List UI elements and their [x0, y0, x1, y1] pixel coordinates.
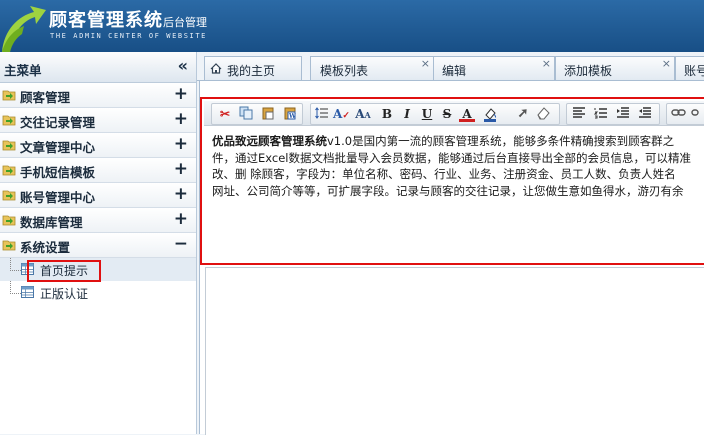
sidebar-item-label: 手机短信模板: [20, 165, 96, 180]
editor-lower-area: [205, 267, 704, 435]
expand-icon[interactable]: +: [174, 109, 188, 129]
annotation-highlight: [27, 260, 101, 282]
copy-icon[interactable]: [238, 106, 254, 122]
tab-template-list[interactable]: 模板列表 ×: [310, 56, 434, 80]
sidebar-header: 主菜单 «: [0, 52, 196, 83]
expand-icon[interactable]: +: [174, 84, 188, 104]
sidebar-item-label: 系统设置: [20, 240, 71, 255]
toolbar-group-clipboard: ✂ W: [211, 103, 303, 125]
app-title: 顾客管理系统后台管理: [49, 10, 207, 31]
font-color-icon[interactable]: A: [459, 106, 475, 122]
paste-icon[interactable]: [260, 106, 276, 122]
rich-text-editor: ✂ W A✓ AA B I U S A ➚ 优品致远顾客管理系统v1.0是国内第…: [200, 97, 704, 265]
sidebar-item-system-settings[interactable]: 系统设置 −: [0, 233, 196, 258]
tab-add-template[interactable]: 添加模板 ×: [555, 56, 675, 80]
sidebar-item-contact-records[interactable]: 交往记录管理 +: [0, 108, 196, 133]
tab-edit[interactable]: 编辑 ×: [433, 56, 555, 80]
arrow-folder-icon: [2, 115, 16, 126]
sidebar-subitem-home-tips[interactable]: 首页提示: [0, 258, 196, 282]
content-line-3: 改、删 除顾客，字段为：单位名称、密码、行业、业务、注册资金、员工人数、负责人姓…: [212, 167, 676, 181]
italic-button[interactable]: I: [399, 106, 415, 122]
tree-connector: [10, 281, 21, 294]
close-tab-icon[interactable]: ×: [542, 57, 551, 70]
line-spacing-icon[interactable]: [314, 106, 330, 122]
collapse-icon[interactable]: −: [174, 234, 188, 254]
brand-name: 优品致远顾客管理系统: [212, 134, 327, 148]
home-icon: [210, 63, 222, 74]
svg-text:W: W: [288, 113, 296, 120]
tab-label: 账号: [684, 64, 704, 78]
eraser-icon[interactable]: [535, 106, 551, 122]
sidebar-item-database[interactable]: 数据库管理 +: [0, 208, 196, 233]
underline-button[interactable]: U: [419, 106, 435, 122]
toolbar-group-paragraph: [566, 103, 660, 125]
content-line-1: v1.0是国内第一流的顾客管理系统，能够多条件精确搜索到顾客群之: [327, 134, 675, 148]
sidebar-item-label: 账号管理中心: [20, 190, 96, 205]
arrow-folder-icon: [2, 165, 16, 176]
logo-arrow-icon: [2, 6, 46, 52]
app-subtitle: THE ADMIN CENTER OF WEBSITE: [50, 32, 207, 40]
arrow-folder-icon: [2, 190, 16, 201]
sidebar: 主菜单 « 顾客管理 + 交往记录管理 + 文章管理中心 + 手机短信模板 + …: [0, 52, 197, 434]
close-tab-icon[interactable]: ×: [662, 57, 671, 70]
arrow-folder-icon: [2, 140, 16, 151]
sidebar-title: 主菜单: [4, 63, 42, 78]
content-line-4: 网址、公司简介等等，可扩展字段。记录与顾客的交往记录，让您做生意如鱼得水，游刃有…: [212, 183, 684, 198]
sidebar-item-article-center[interactable]: 文章管理中心 +: [0, 133, 196, 158]
arrow-folder-icon: [2, 240, 16, 251]
tab-label: 添加模板: [564, 64, 613, 78]
tab-my-home[interactable]: 我的主页: [204, 56, 302, 80]
expand-icon[interactable]: +: [174, 209, 188, 229]
close-tab-icon[interactable]: ×: [421, 57, 430, 70]
sidebar-item-customer-management[interactable]: 顾客管理 +: [0, 83, 196, 108]
app-header: 顾客管理系统后台管理 THE ADMIN CENTER OF WEBSITE: [0, 0, 704, 52]
sidebar-item-label: 数据库管理: [20, 215, 83, 230]
highlight-color-icon[interactable]: [483, 106, 499, 122]
arrow-folder-icon: [2, 215, 16, 226]
select-pointer-icon[interactable]: ➚: [515, 106, 531, 122]
indent-icon[interactable]: [615, 106, 631, 122]
sidebar-subitem-license[interactable]: 正版认证: [0, 281, 196, 304]
toolbar-group-link: [666, 103, 704, 125]
tab-label: 我的主页: [227, 64, 276, 78]
unlink-icon[interactable]: [691, 106, 704, 122]
expand-icon[interactable]: +: [174, 159, 188, 179]
content-line-2: 件，通过Excel数据文档批量导入会员数据，能够通过后台直接导出全部的会员信息，…: [212, 150, 691, 165]
expand-icon[interactable]: +: [174, 184, 188, 204]
tab-label: 模板列表: [320, 64, 369, 78]
editor-toolbar: ✂ W A✓ AA B I U S A ➚: [204, 101, 704, 126]
ordered-list-icon[interactable]: [593, 106, 609, 122]
cut-icon[interactable]: ✂: [217, 106, 233, 122]
sidebar-item-label: 文章管理中心: [20, 140, 96, 155]
tab-account[interactable]: 账号: [675, 56, 704, 80]
toolbar-group-format: A✓ AA B I U S A ➚: [310, 103, 560, 125]
sidebar-item-label: 交往记录管理: [20, 115, 96, 130]
font-size-icon[interactable]: AA: [355, 106, 371, 122]
expand-icon[interactable]: +: [174, 134, 188, 154]
outdent-icon[interactable]: [637, 106, 653, 122]
strikethrough-button[interactable]: S: [439, 106, 455, 122]
paste-word-icon[interactable]: W: [282, 106, 298, 122]
tab-bar: 我的主页 模板列表 × 编辑 × 添加模板 × 账号: [197, 52, 704, 81]
sidebar-subitem-label: 正版认证: [40, 287, 89, 301]
table-icon: [21, 286, 34, 298]
spell-check-icon[interactable]: A✓: [333, 106, 350, 122]
bold-button[interactable]: B: [379, 106, 395, 122]
sidebar-item-label: 顾客管理: [20, 90, 71, 105]
align-left-icon[interactable]: [571, 106, 587, 122]
editor-content[interactable]: 优品致远顾客管理系统v1.0是国内第一流的顾客管理系统，能够多条件精确搜索到顾客…: [212, 133, 704, 199]
collapse-sidebar-icon[interactable]: «: [178, 56, 188, 75]
sidebar-item-account-center[interactable]: 账号管理中心 +: [0, 183, 196, 208]
tab-label: 编辑: [442, 64, 467, 78]
link-icon[interactable]: [671, 106, 687, 122]
tree-connector: [10, 258, 21, 271]
main-content: ✂ W A✓ AA B I U S A ➚ 优品致远顾客管理系统v1.0是国内第…: [199, 81, 704, 435]
sidebar-item-sms-templates[interactable]: 手机短信模板 +: [0, 158, 196, 183]
arrow-folder-icon: [2, 90, 16, 101]
